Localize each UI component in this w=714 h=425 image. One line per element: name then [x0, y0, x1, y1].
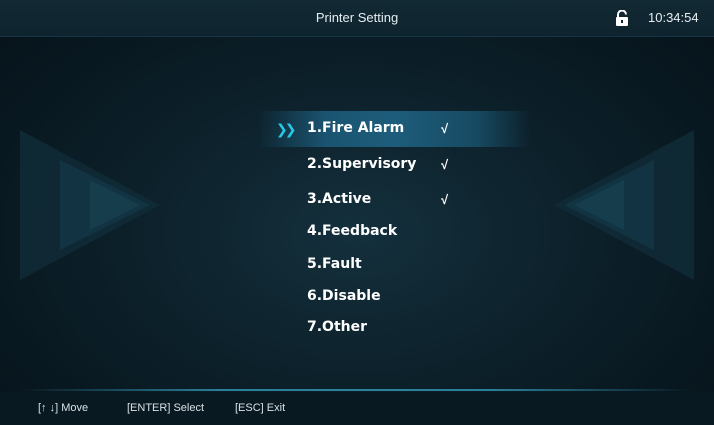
menu-item-disable[interactable]: 6.Disable [307, 288, 381, 310]
menu-item-fire-alarm[interactable]: 1.Fire Alarm [307, 120, 404, 142]
menu-item-active[interactable]: 3.Active [307, 191, 371, 213]
menu-item-feedback[interactable]: 4.Feedback [307, 223, 397, 245]
menu-item-fault[interactable]: 5.Fault [307, 256, 362, 278]
header-bar: Printer Setting 10:34:54 [0, 0, 714, 37]
double-chevron-right-icon: ❯❯ [276, 121, 297, 137]
hint-move: [↑ ↓] Move [38, 402, 89, 414]
check-mark: √ [441, 192, 449, 207]
menu-item-other[interactable]: 7.Other [307, 319, 367, 341]
hint-select: [ENTER] Select [127, 402, 205, 414]
decorative-glow-left [20, 130, 160, 280]
clock: 10:34:54 [648, 10, 699, 25]
check-mark: √ [441, 157, 449, 172]
lock-open-icon [616, 10, 628, 26]
decorative-glow-right [554, 130, 694, 280]
hint-exit: [ESC] Exit [235, 402, 286, 414]
check-mark: √ [441, 121, 449, 136]
printer-setting-screen: Printer Setting 10:34:54 ❯❯ 1.Fire Alarm… [0, 0, 714, 425]
page-title: Printer Setting [315, 10, 399, 25]
footer-bar [0, 392, 714, 425]
menu-item-supervisory[interactable]: 2.Supervisory [307, 156, 416, 178]
divider [18, 389, 694, 391]
